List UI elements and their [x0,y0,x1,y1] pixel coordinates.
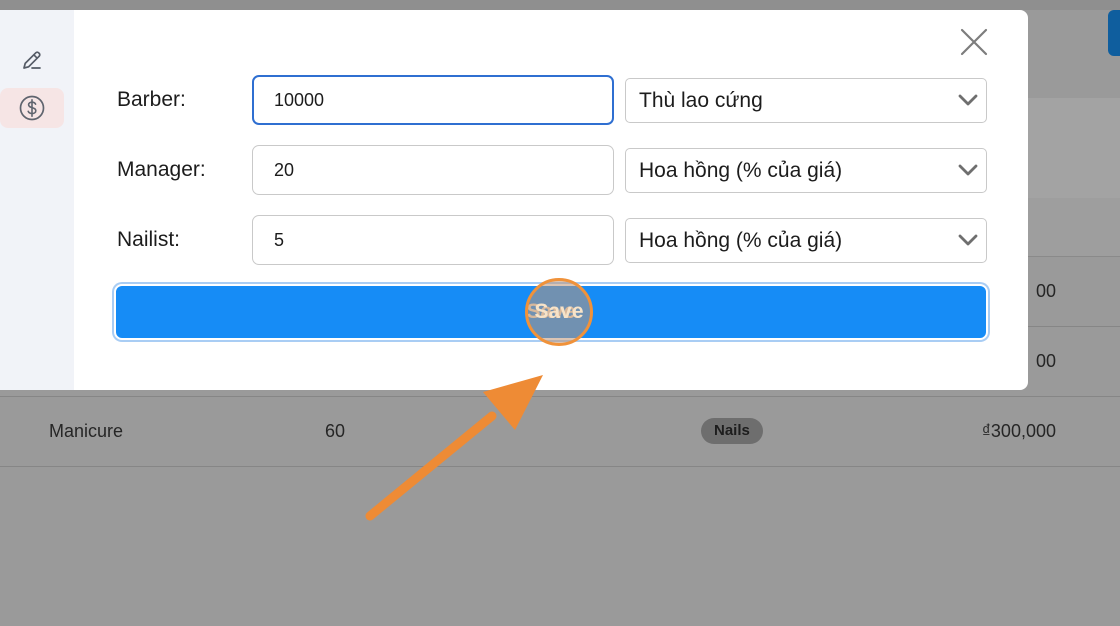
annotation-arrow-icon [365,375,543,521]
